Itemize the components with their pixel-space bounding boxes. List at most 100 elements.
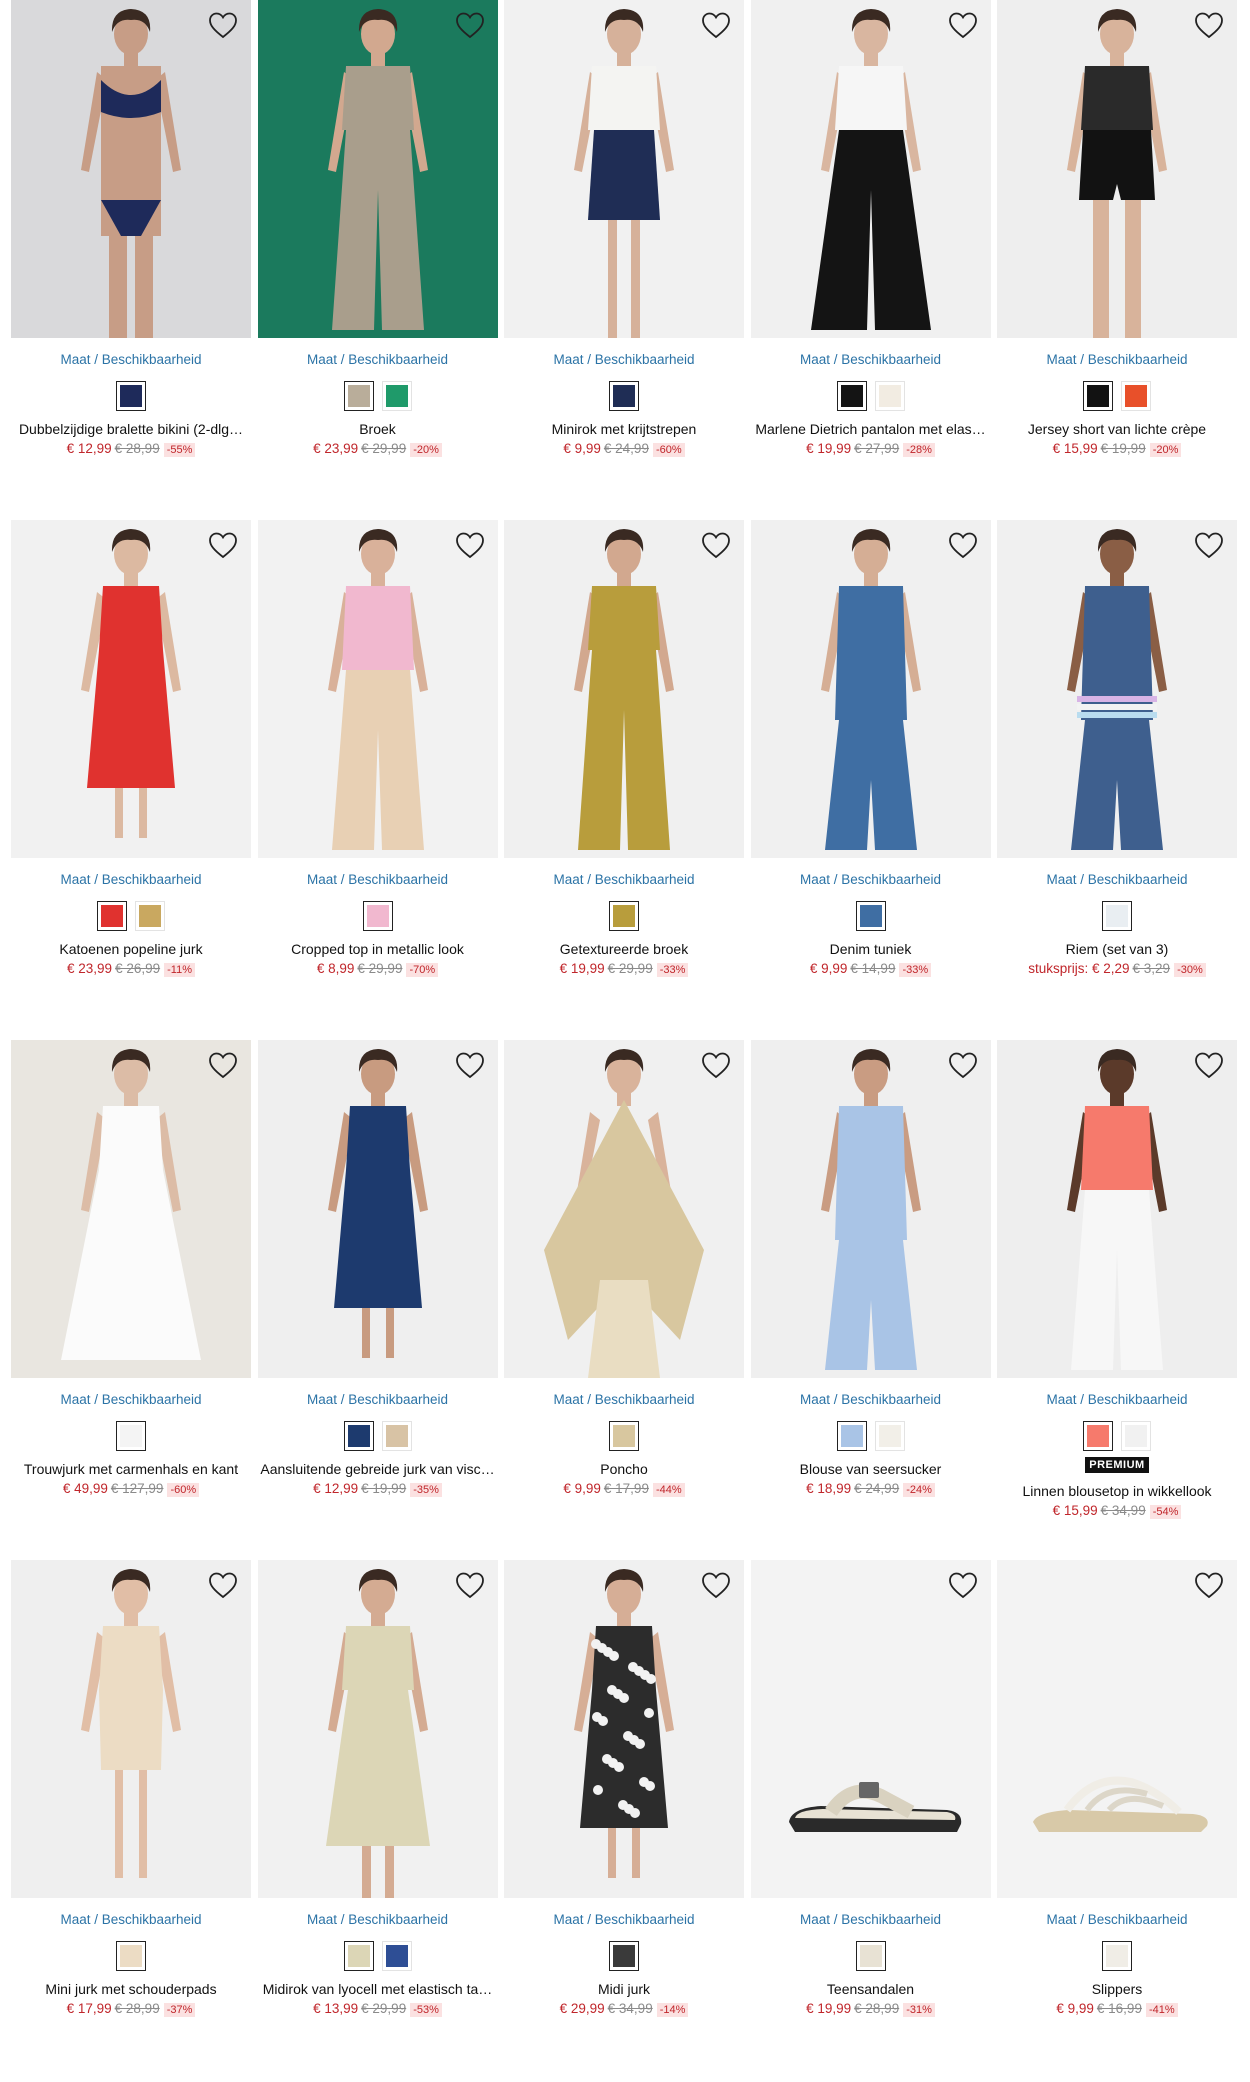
product-title[interactable]: Teensandalen	[751, 1980, 991, 1998]
product-title[interactable]: Linnen blousetop in wikkellook	[997, 1482, 1237, 1500]
size-availability-link[interactable]: Maat / Beschikbaarheid	[11, 1391, 251, 1409]
color-swatch[interactable]	[381, 1421, 412, 1451]
product-card[interactable]: Maat / Beschikbaarheid Dubbelzijdige bra…	[11, 0, 251, 520]
product-image[interactable]	[257, 0, 498, 338]
product-image[interactable]	[997, 520, 1237, 858]
color-swatch[interactable]	[874, 1421, 905, 1451]
product-card[interactable]: Maat / Beschikbaarheid Getextureerde bro…	[504, 520, 744, 1040]
size-availability-link[interactable]: Maat / Beschikbaarheid	[751, 1911, 991, 1929]
size-availability-link[interactable]: Maat / Beschikbaarheid	[504, 871, 744, 889]
wishlist-button[interactable]	[700, 1050, 732, 1080]
product-image[interactable]	[750, 1040, 991, 1378]
product-card[interactable]: Maat / Beschikbaarheid Riem (set van 3) …	[997, 520, 1237, 1040]
product-title[interactable]: Midi jurk	[504, 1980, 744, 1998]
product-card[interactable]: Maat / Beschikbaarheid Slippers € 9,99 € …	[997, 1560, 1237, 2080]
size-availability-link[interactable]: Maat / Beschikbaarheid	[504, 1391, 744, 1409]
product-image[interactable]	[11, 1560, 251, 1898]
color-swatch[interactable]	[97, 901, 127, 931]
size-availability-link[interactable]: Maat / Beschikbaarheid	[258, 1911, 498, 1929]
product-card[interactable]: Maat / Beschikbaarheid Teensandalen € 19…	[750, 1560, 991, 2080]
color-swatch[interactable]	[1083, 1421, 1113, 1451]
product-image[interactable]	[750, 0, 991, 338]
color-swatch[interactable]	[874, 381, 905, 411]
color-swatch[interactable]	[1121, 1421, 1151, 1451]
product-image[interactable]	[997, 1560, 1237, 1898]
size-availability-link[interactable]: Maat / Beschikbaarheid	[751, 1391, 991, 1409]
product-title[interactable]: Trouwjurk met carmenhals en kant	[11, 1460, 251, 1478]
wishlist-button[interactable]	[207, 1050, 239, 1080]
product-image[interactable]	[257, 1040, 498, 1378]
color-swatch[interactable]	[855, 901, 886, 931]
product-image[interactable]	[11, 1040, 251, 1378]
product-title[interactable]: Aansluitende gebreide jurk van visc…	[258, 1460, 498, 1478]
size-availability-link[interactable]: Maat / Beschikbaarheid	[11, 351, 251, 369]
product-title[interactable]: Getextureerde broek	[504, 940, 744, 958]
product-title[interactable]: Midirok van lyocell met elastisch ta…	[258, 1980, 498, 1998]
product-card[interactable]: Maat / Beschikbaarheid Blouse van seersu…	[750, 1040, 991, 1560]
color-swatch[interactable]	[135, 901, 165, 931]
wishlist-button[interactable]	[1193, 530, 1225, 560]
color-swatch[interactable]	[343, 381, 374, 411]
wishlist-button[interactable]	[947, 530, 979, 560]
product-title[interactable]: Marlene Dietrich pantalon met elas…	[751, 420, 991, 438]
color-swatch[interactable]	[1083, 381, 1113, 411]
product-image[interactable]	[257, 1560, 498, 1898]
color-swatch[interactable]	[1121, 381, 1151, 411]
size-availability-link[interactable]: Maat / Beschikbaarheid	[11, 871, 251, 889]
size-availability-link[interactable]: Maat / Beschikbaarheid	[11, 1911, 251, 1929]
wishlist-button[interactable]	[700, 10, 732, 40]
size-availability-link[interactable]: Maat / Beschikbaarheid	[751, 871, 991, 889]
size-availability-link[interactable]: Maat / Beschikbaarheid	[258, 871, 498, 889]
size-availability-link[interactable]: Maat / Beschikbaarheid	[997, 1911, 1237, 1929]
color-swatch[interactable]	[855, 1941, 886, 1971]
product-card[interactable]: Maat / Beschikbaarheid Minirok met krijt…	[504, 0, 744, 520]
product-title[interactable]: Minirok met krijtstrepen	[504, 420, 744, 438]
wishlist-button[interactable]	[947, 1050, 979, 1080]
product-card[interactable]: Maat / Beschikbaarheid Denim tuniek € 9,…	[750, 520, 991, 1040]
color-swatch[interactable]	[609, 381, 639, 411]
product-title[interactable]: Blouse van seersucker	[751, 1460, 991, 1478]
wishlist-button[interactable]	[454, 530, 486, 560]
size-availability-link[interactable]: Maat / Beschikbaarheid	[504, 351, 744, 369]
wishlist-button[interactable]	[1193, 10, 1225, 40]
wishlist-button[interactable]	[947, 10, 979, 40]
product-card[interactable]: Maat / Beschikbaarheid Broek € 23,99 € 29…	[257, 0, 498, 520]
color-swatch[interactable]	[1102, 1941, 1132, 1971]
color-swatch[interactable]	[609, 1421, 639, 1451]
product-title[interactable]: Dubbelzijdige bralette bikini (2-dlg…	[11, 420, 251, 438]
wishlist-button[interactable]	[700, 530, 732, 560]
size-availability-link[interactable]: Maat / Beschikbaarheid	[751, 351, 991, 369]
product-image[interactable]	[750, 1560, 991, 1898]
product-card[interactable]: Maat / Beschikbaarheid Jersey short van …	[997, 0, 1237, 520]
product-title[interactable]: Cropped top in metallic look	[258, 940, 498, 958]
color-swatch[interactable]	[609, 901, 639, 931]
product-card[interactable]: Maat / Beschikbaarheid Midi jurk € 29,99…	[504, 1560, 744, 2080]
product-card[interactable]: Maat / Beschikbaarheid Cropped top in me…	[257, 520, 498, 1040]
product-image[interactable]	[504, 520, 744, 858]
color-swatch[interactable]	[1102, 901, 1132, 931]
product-title[interactable]: Jersey short van lichte crèpe	[997, 420, 1237, 438]
product-image[interactable]	[997, 0, 1237, 338]
product-image[interactable]	[11, 0, 251, 338]
product-card[interactable]: Maat / Beschikbaarheid Midirok van lyoce…	[257, 1560, 498, 2080]
color-swatch[interactable]	[116, 1421, 146, 1451]
size-availability-link[interactable]: Maat / Beschikbaarheid	[258, 351, 498, 369]
product-card[interactable]: Maat / Beschikbaarheid Marlene Dietrich …	[750, 0, 991, 520]
wishlist-button[interactable]	[454, 1570, 486, 1600]
wishlist-button[interactable]	[1193, 1050, 1225, 1080]
product-card[interactable]: Maat / Beschikbaarheid Katoenen popeline…	[11, 520, 251, 1040]
product-card[interactable]: Maat / Beschikbaarheid Poncho € 9,99 € 17…	[504, 1040, 744, 1560]
product-title[interactable]: Denim tuniek	[751, 940, 991, 958]
product-image[interactable]	[504, 1040, 744, 1378]
wishlist-button[interactable]	[700, 1570, 732, 1600]
product-image[interactable]	[11, 520, 251, 858]
size-availability-link[interactable]: Maat / Beschikbaarheid	[997, 871, 1237, 889]
product-image[interactable]	[504, 1560, 744, 1898]
wishlist-button[interactable]	[454, 1050, 486, 1080]
wishlist-button[interactable]	[207, 10, 239, 40]
product-title[interactable]: Mini jurk met schouderpads	[11, 1980, 251, 1998]
size-availability-link[interactable]: Maat / Beschikbaarheid	[997, 351, 1237, 369]
product-title[interactable]: Broek	[258, 420, 498, 438]
size-availability-link[interactable]: Maat / Beschikbaarheid	[258, 1391, 498, 1409]
wishlist-button[interactable]	[1193, 1570, 1225, 1600]
